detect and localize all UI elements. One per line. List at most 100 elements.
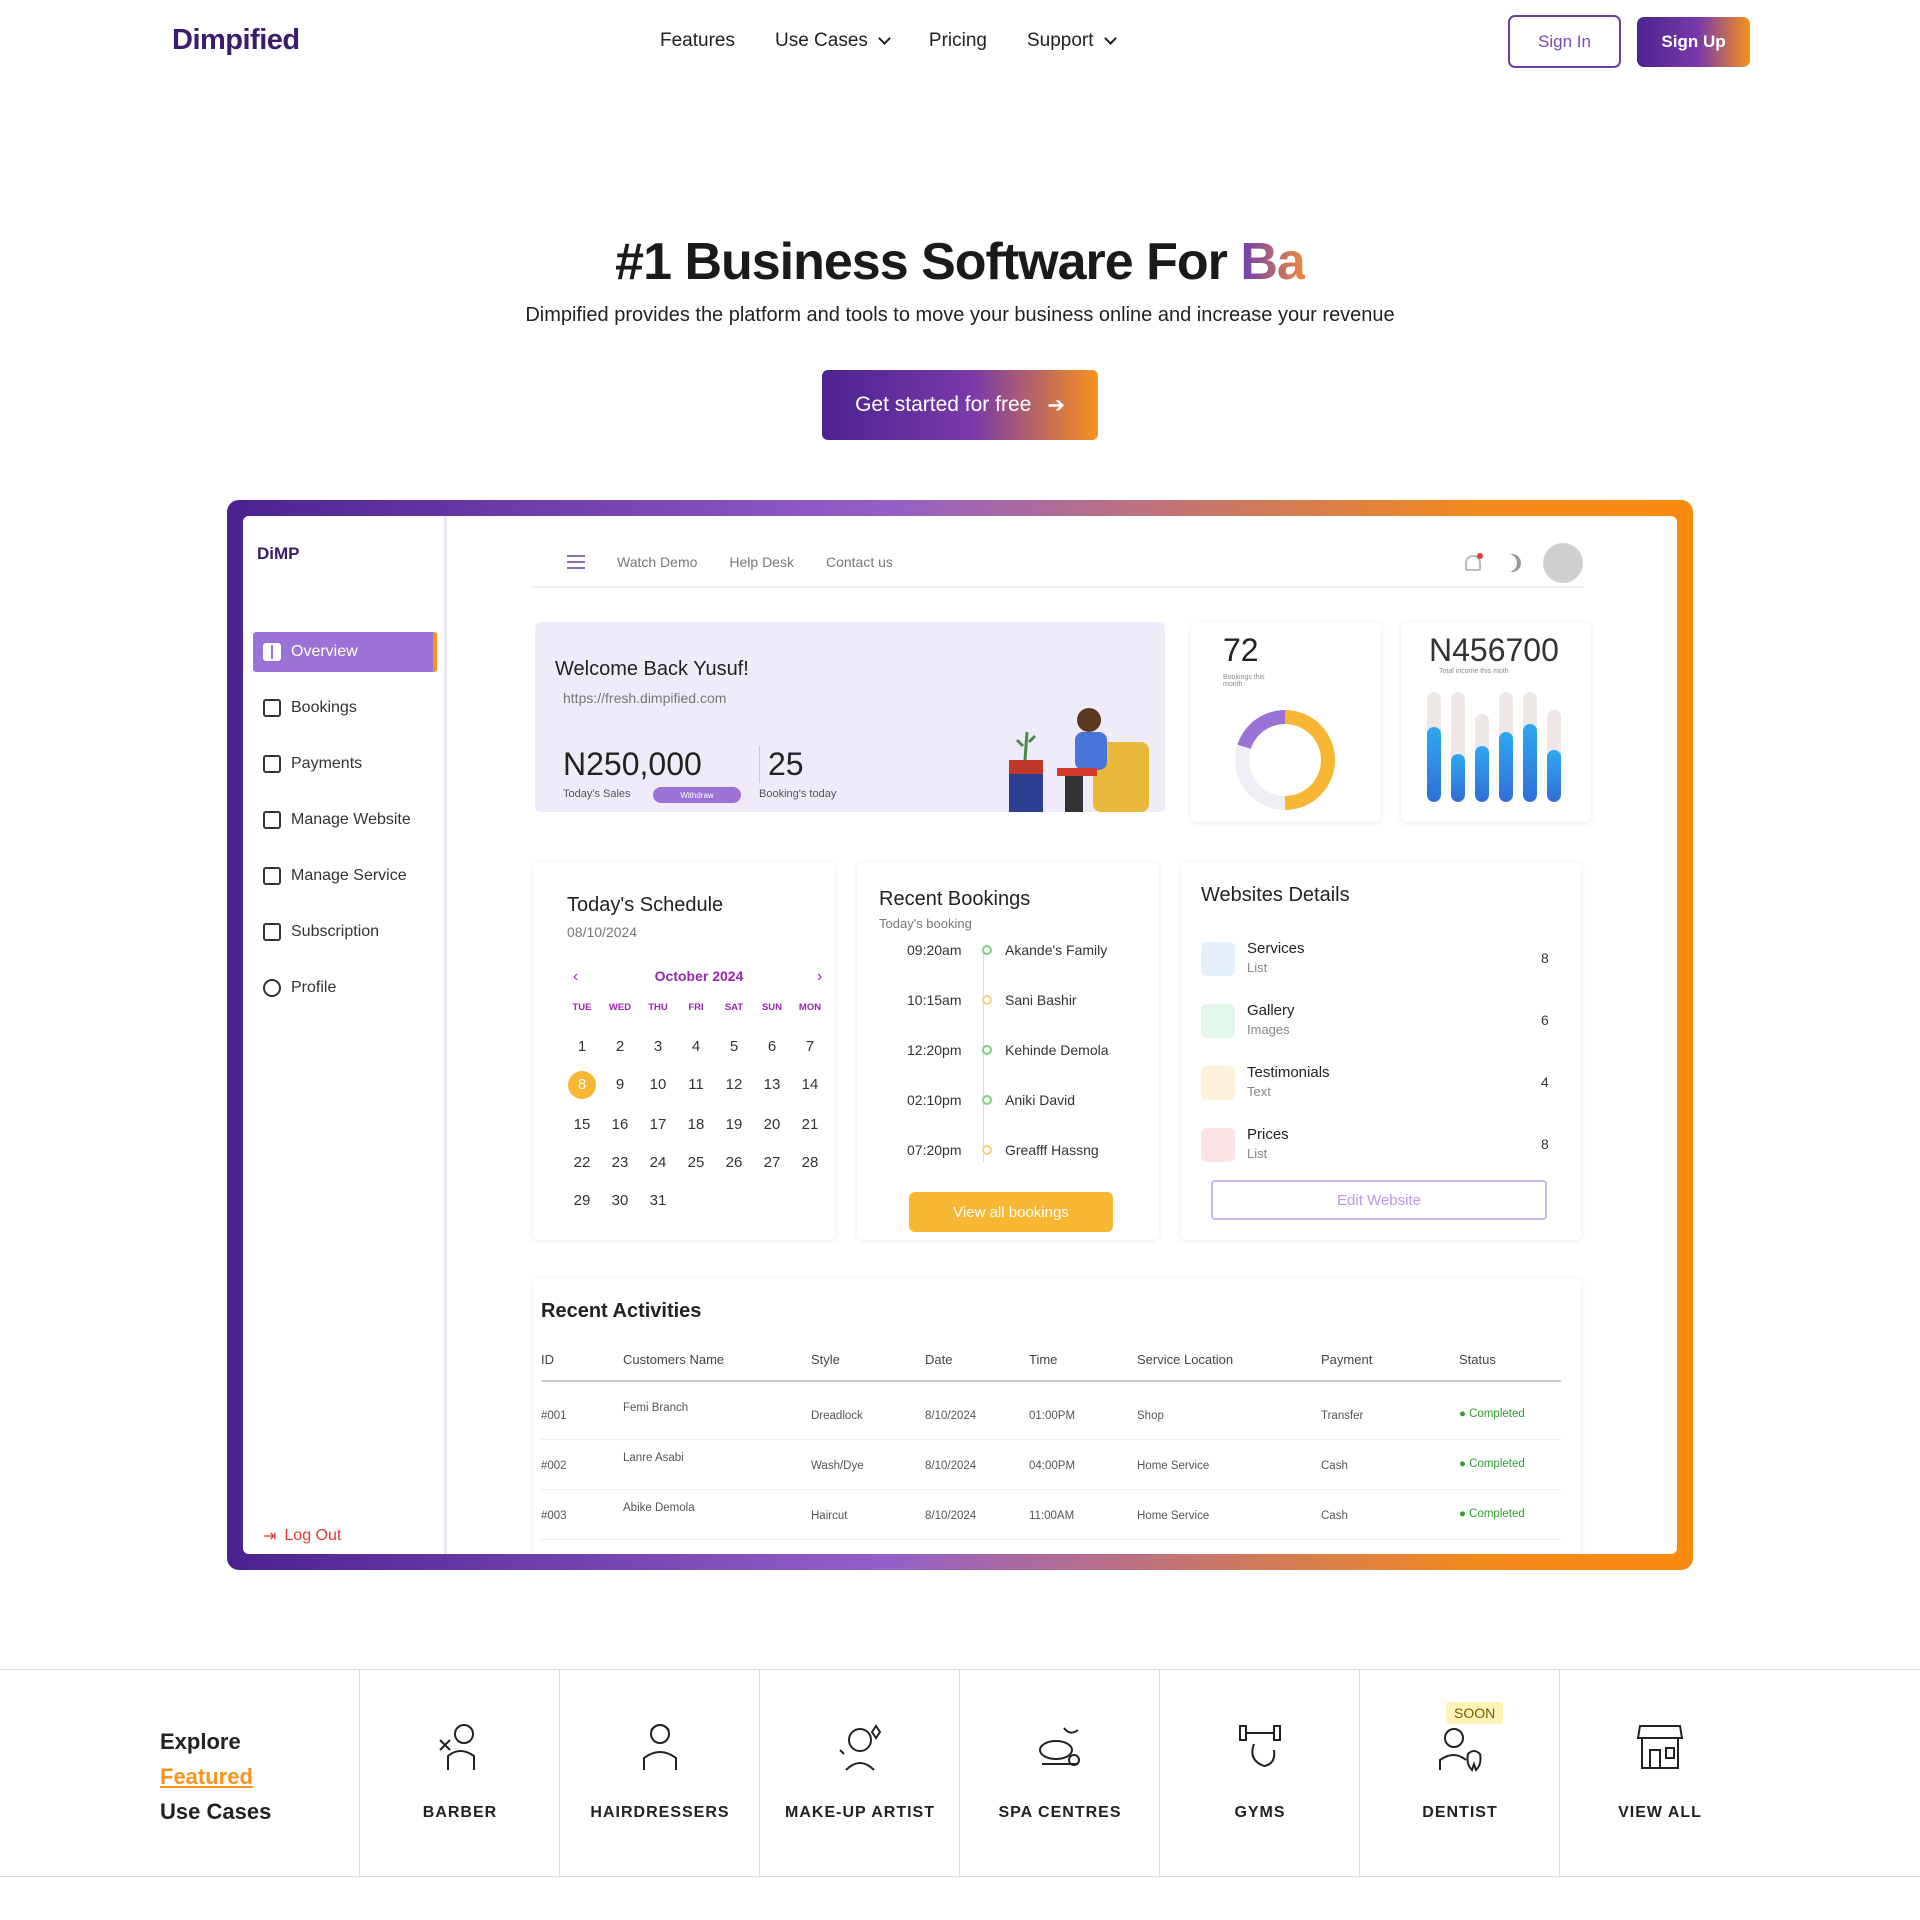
view-all-bookings-button[interactable]: View all bookings (909, 1192, 1113, 1232)
withdraw-button[interactable]: Withdraw (653, 787, 741, 803)
recent-bookings-card: Recent Bookings Today's booking 09:20am A… (857, 862, 1159, 1240)
booking-item[interactable]: 07:20pm Greafff Hassng (907, 1142, 1147, 1158)
calendar-day[interactable]: 28 (791, 1151, 829, 1175)
table-row[interactable]: #003 Abike Demola Haircut 8/10/2024 11:0… (541, 1490, 1561, 1540)
use-case-view-all[interactable]: VIEW ALL (1559, 1670, 1759, 1878)
calendar-day[interactable]: 20 (753, 1113, 791, 1137)
hairdresser-icon (643, 1724, 677, 1770)
contact-us-link[interactable]: Contact us (826, 554, 893, 570)
table-row[interactable]: #002 Lanre Asabi Wash/Dye 8/10/2024 04:0… (541, 1440, 1561, 1490)
bookings-today-label: Booking's today (759, 788, 837, 800)
booking-item[interactable]: 09:20am Akande's Family (907, 942, 1147, 958)
calendar-day[interactable]: 23 (601, 1151, 639, 1175)
calendar-day[interactable]: 21 (791, 1113, 829, 1137)
cell-payment: Transfer (1321, 1410, 1364, 1422)
calendar-day[interactable]: 5 (715, 1035, 753, 1059)
help-desk-link[interactable]: Help Desk (729, 554, 794, 570)
calendar-day[interactable]: 25 (677, 1151, 715, 1175)
sign-up-button[interactable]: Sign Up (1637, 17, 1750, 67)
sidebar-item-overview[interactable]: Overview (253, 632, 437, 672)
calendar-day[interactable]: 31 (639, 1189, 677, 1213)
calendar-day-selected[interactable]: 8 (568, 1071, 596, 1099)
weekday-label: WED (608, 1002, 632, 1013)
bookings-donut-chart (1235, 710, 1335, 810)
intro-line: Explore (160, 1729, 241, 1754)
calendar-day[interactable]: 17 (639, 1113, 677, 1137)
use-case-makeup-artist[interactable]: MAKE-UP ARTIST (759, 1670, 959, 1878)
calendar-day[interactable]: 27 (753, 1151, 791, 1175)
hand-coin-icon (1201, 942, 1235, 976)
booking-item[interactable]: 10:15am Sani Bashir (907, 992, 1147, 1008)
moon-icon[interactable] (1503, 554, 1521, 572)
edit-website-button[interactable]: Edit Website (1211, 1180, 1547, 1220)
welcome-card: Welcome Back Yusuf! https://fresh.dimpif… (535, 622, 1165, 812)
calendar-day[interactable]: 30 (601, 1189, 639, 1213)
dimpified-logo[interactable]: Dimpified (172, 24, 300, 57)
sidebar-item-payments[interactable]: Payments (253, 744, 437, 784)
use-case-spa-centres[interactable]: SPA CENTRES (959, 1670, 1159, 1878)
calendar-day[interactable]: 13 (753, 1073, 791, 1097)
use-case-hairdressers[interactable]: HAIRDRESSERS (559, 1670, 759, 1878)
sidebar-item-subscription[interactable]: Subscription (253, 912, 437, 952)
sign-in-button[interactable]: Sign In (1508, 15, 1621, 68)
website-detail-gallery[interactable]: Gallery Images 6 (1201, 1000, 1551, 1046)
menu-support[interactable]: Support (1027, 30, 1117, 52)
calendar-day[interactable]: 1 (563, 1035, 601, 1059)
site-url[interactable]: https://fresh.dimpified.com (563, 690, 726, 706)
logout-button[interactable]: ⇥ Log Out (263, 1526, 341, 1546)
use-case-gyms[interactable]: GYMS (1159, 1670, 1359, 1878)
calendar-day[interactable]: 16 (601, 1113, 639, 1137)
calendar-day[interactable]: 10 (639, 1073, 677, 1097)
website-detail-testimonials[interactable]: Testimonials Text 4 (1201, 1062, 1551, 1108)
calendar-day[interactable]: 14 (791, 1073, 829, 1097)
calendar-day[interactable]: 2 (601, 1035, 639, 1059)
column-header: Customers Name (623, 1352, 725, 1367)
calendar-day[interactable]: 9 (601, 1073, 639, 1097)
bell-icon[interactable] (1465, 553, 1483, 571)
get-started-button[interactable]: Get started for free ➔ (822, 370, 1098, 440)
menu-use-cases[interactable]: Use Cases (775, 30, 891, 52)
hero-title-main: #1 Business Software For (615, 233, 1241, 291)
use-case-label: VIEW ALL (1618, 1804, 1702, 1821)
sidebar-item-manage-service[interactable]: Manage Service (253, 856, 437, 896)
calendar-day[interactable]: 22 (563, 1151, 601, 1175)
calendar-day[interactable]: 3 (639, 1035, 677, 1059)
calendar-day[interactable]: 4 (677, 1035, 715, 1059)
website-detail-prices[interactable]: Prices List 8 (1201, 1124, 1551, 1170)
dashboard-topbar: Watch Demo Help Desk Contact us (533, 538, 1583, 588)
calendar-day[interactable]: 24 (639, 1151, 677, 1175)
table-row[interactable]: #001 Femi Branch Dreadlock 8/10/2024 01:… (541, 1390, 1561, 1440)
booking-item[interactable]: 12:20pm Kehinde Demola (907, 1042, 1147, 1058)
chevron-right-icon[interactable]: › (817, 968, 822, 986)
calendar-day[interactable]: 29 (563, 1189, 601, 1213)
sidebar-item-manage-website[interactable]: Manage Website (253, 800, 437, 840)
calendar-day[interactable]: 18 (677, 1113, 715, 1137)
calendar-day[interactable]: 12 (715, 1073, 753, 1097)
calendar-day[interactable]: 19 (715, 1113, 753, 1137)
detail-name: Testimonials (1247, 1064, 1330, 1081)
booking-time: 07:20pm (907, 1142, 962, 1158)
booking-name: Aniki David (1005, 1092, 1076, 1108)
calendar-day[interactable]: 26 (715, 1151, 753, 1175)
calendar-day[interactable]: 11 (677, 1073, 715, 1097)
use-case-barber[interactable]: BARBER (359, 1670, 559, 1878)
calendar-day[interactable]: 7 (791, 1035, 829, 1059)
detail-count: 6 (1541, 1012, 1549, 1028)
bar (1427, 692, 1441, 802)
menu-features[interactable]: Features (660, 30, 735, 52)
booking-item[interactable]: 02:10pm Aniki David (907, 1092, 1147, 1108)
calendar-day[interactable]: 15 (563, 1113, 601, 1137)
website-detail-services[interactable]: Services List 8 (1201, 938, 1551, 984)
booking-name: Kehinde Demola (1005, 1042, 1109, 1058)
watch-demo-link[interactable]: Watch Demo (617, 554, 697, 570)
detail-count: 8 (1541, 1136, 1549, 1152)
menu-pricing[interactable]: Pricing (929, 30, 987, 52)
sidebar-item-profile[interactable]: Profile (253, 968, 437, 1008)
cell-id: #003 (541, 1510, 567, 1522)
sidebar-item-bookings[interactable]: Bookings (253, 688, 437, 728)
menu-icon[interactable] (567, 555, 585, 569)
avatar[interactable] (1543, 543, 1583, 583)
schedule-date: 08/10/2024 (567, 924, 638, 940)
calendar-day[interactable]: 6 (753, 1035, 791, 1059)
use-case-dentist[interactable]: SOON DENTIST (1359, 1670, 1559, 1878)
